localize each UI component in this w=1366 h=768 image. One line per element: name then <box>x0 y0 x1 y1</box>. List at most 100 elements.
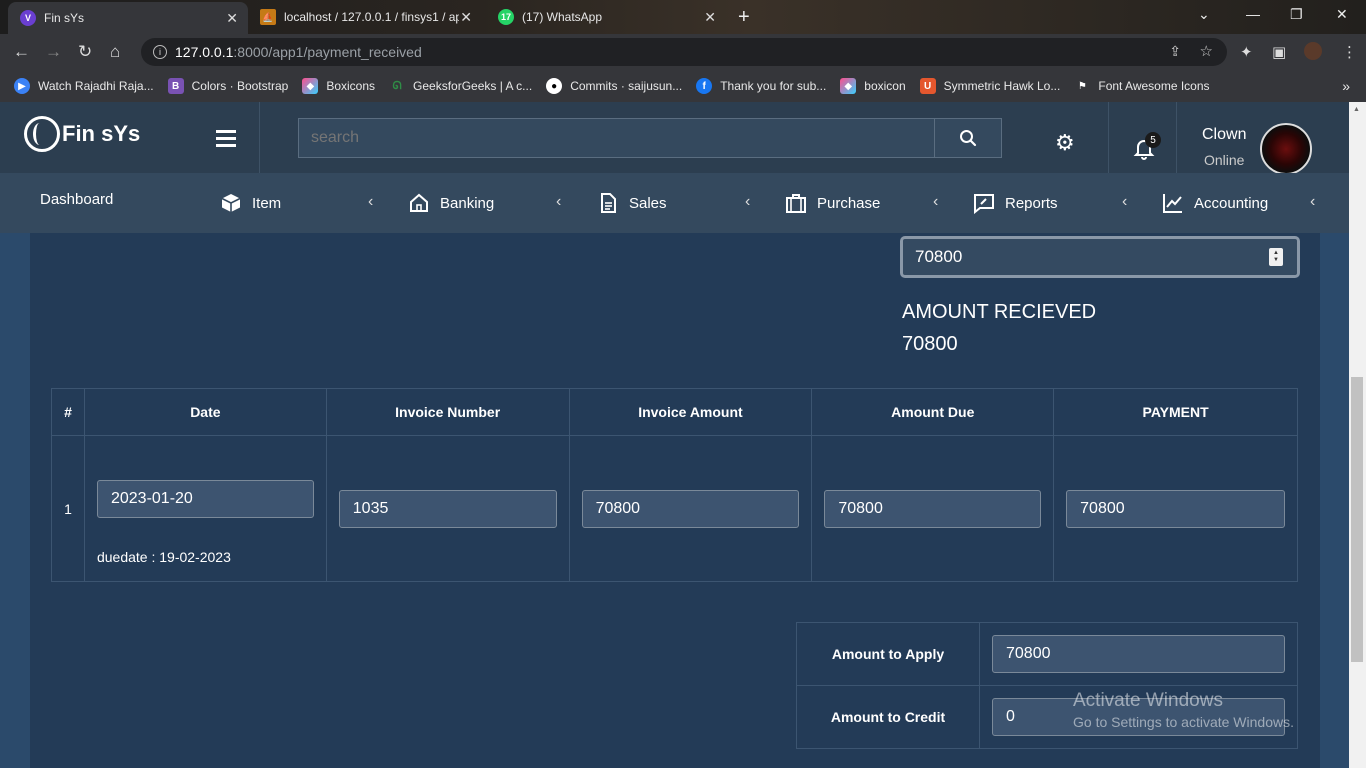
bootstrap-icon: B <box>167 78 184 94</box>
nav-label: Banking <box>440 194 495 212</box>
apply-row: Amount to Apply 70800 <box>796 622 1298 686</box>
tab-title: (17) WhatsApp <box>522 10 603 24</box>
brand-logo[interactable]: Fin sYs <box>24 116 140 152</box>
page-scrollbar[interactable]: ▲ <box>1349 102 1366 768</box>
bookmark-item[interactable]: ◆ Boxicons <box>302 78 375 94</box>
due-date-text: duedate : 19-02-2023 <box>96 549 231 565</box>
chevron-left-icon[interactable]: ‹ <box>556 193 561 211</box>
nav-label: Purchase <box>817 194 881 212</box>
chevron-left-icon[interactable]: ‹ <box>368 193 373 211</box>
col-header-amount-due: Amount Due <box>811 388 1055 436</box>
amount-received-label: AMOUNT RECIEVED <box>902 301 1097 323</box>
amount-received-value: 70800 <box>902 333 958 355</box>
nav-accounting[interactable]: Accounting <box>1162 173 1268 233</box>
play-icon: ▶ <box>14 78 30 94</box>
bookmark-item[interactable]: ᘏ GeeksforGeeks | A c... <box>389 78 532 94</box>
amount-to-apply-label: Amount to Apply <box>796 622 980 686</box>
amount-received-input[interactable]: 70800 ▲ ▼ <box>900 236 1300 278</box>
search-input[interactable] <box>299 119 934 157</box>
user-name: Clown <box>1202 126 1247 143</box>
forward-icon[interactable]: → <box>45 42 62 62</box>
search-button[interactable] <box>934 119 1001 157</box>
profile-avatar-icon[interactable] <box>1304 42 1322 60</box>
notifications-button[interactable]: 5 <box>1132 132 1161 165</box>
close-tab-icon[interactable]: ✕ <box>704 9 716 26</box>
site-info-icon[interactable]: i <box>153 45 167 59</box>
nav-item[interactable]: Item <box>220 173 281 233</box>
new-tab-icon[interactable]: + <box>738 6 750 29</box>
share-icon[interactable]: ⇪ <box>1169 43 1181 60</box>
col-header-index: # <box>51 388 85 436</box>
hamburger-menu-icon[interactable] <box>216 130 236 151</box>
bookmark-item[interactable]: ● Commits · saijusun... <box>546 78 682 94</box>
amount-to-credit-label: Amount to Credit <box>796 685 980 749</box>
more-bookmarks-icon[interactable]: » <box>1342 78 1350 94</box>
amount-to-apply-field[interactable]: 70800 <box>992 635 1285 673</box>
table-header-row: # Date Invoice Number Invoice Amount Amo… <box>51 388 1298 436</box>
bookmark-item[interactable]: ◆ boxicon <box>840 78 906 94</box>
tab-search-chevron-icon[interactable]: ⌄ <box>1198 6 1210 23</box>
url-bar[interactable]: i 127.0.0.1:8000/app1/payment_received ⇪… <box>141 38 1227 66</box>
watermark-title: Activate Windows <box>1073 690 1223 711</box>
chevron-left-icon[interactable]: ‹ <box>1122 193 1127 211</box>
bookmark-item[interactable]: B Colors · Bootstrap <box>167 78 288 94</box>
bookmark-item[interactable]: U Symmetric Hawk Lo... <box>919 78 1060 94</box>
bookmark-item[interactable]: ⚑ Font Awesome Icons <box>1074 78 1210 94</box>
nav-sales[interactable]: Sales <box>597 173 667 233</box>
invoice-number-cell: 1035 <box>325 435 570 582</box>
boxicon-icon: ◆ <box>840 78 857 94</box>
number-spinner-icon[interactable]: ▲ ▼ <box>1269 248 1283 266</box>
close-tab-icon[interactable]: ✕ <box>460 9 472 26</box>
close-tab-icon[interactable]: ✕ <box>226 10 238 27</box>
bookmark-label: GeeksforGeeks | A c... <box>413 79 533 93</box>
invoice-number-field[interactable]: 1035 <box>338 489 557 528</box>
chevron-left-icon[interactable]: ‹ <box>933 193 938 211</box>
chevron-left-icon[interactable]: ‹ <box>1310 193 1315 211</box>
watermark-subtitle: Go to Settings to activate Windows. <box>1073 714 1294 730</box>
nav-label: Item <box>252 194 282 212</box>
scrollbar-thumb[interactable] <box>1351 377 1363 662</box>
scroll-up-arrow-icon[interactable]: ▲ <box>1353 106 1360 113</box>
side-panel-icon[interactable]: ▣ <box>1272 43 1286 61</box>
finsys-tab-icon: V <box>20 10 36 26</box>
col-header-invoice-amount: Invoice Amount <box>568 388 813 436</box>
row-index: 1 <box>51 435 85 582</box>
reload-icon[interactable]: ↻ <box>78 42 92 62</box>
nav-banking[interactable]: Banking <box>408 173 494 233</box>
bookmark-item[interactable]: f Thank you for sub... <box>696 78 826 94</box>
back-icon[interactable]: ← <box>13 42 30 62</box>
avatar[interactable] <box>1260 123 1312 175</box>
amount-due-field[interactable]: 70800 <box>824 489 1042 528</box>
briefcase-icon <box>785 192 807 214</box>
nav-purchase[interactable]: Purchase <box>785 173 880 233</box>
payment-cell: 70800 <box>1053 435 1298 582</box>
bookmark-item[interactable]: ▶ Watch Rajadhi Raja... <box>14 78 154 94</box>
date-cell: 2023-01-20 duedate : 19-02-2023 <box>83 435 327 582</box>
logo-icon <box>24 116 60 152</box>
nav-dashboard[interactable]: Dashboard <box>40 169 113 229</box>
tab-phpmyadmin[interactable]: ⛵ localhost / 127.0.0.1 / finsys1 / ap ✕ <box>248 0 482 34</box>
restore-icon[interactable]: ❐ <box>1290 6 1303 23</box>
bookmark-label: Thank you for sub... <box>720 79 827 93</box>
divider <box>259 102 260 173</box>
settings-gear-icon[interactable]: ⚙ <box>1055 130 1075 156</box>
minimize-icon[interactable]: — <box>1246 6 1260 22</box>
date-value: 2023-01-20 <box>110 489 193 507</box>
invoice-table: # Date Invoice Number Invoice Amount Amo… <box>51 388 1298 582</box>
tab-whatsapp[interactable]: 17 (17) WhatsApp ✕ <box>486 0 726 34</box>
col-header-date: Date <box>83 388 327 436</box>
payment-field[interactable]: 70800 <box>1066 489 1285 528</box>
user-info[interactable]: Clown Online <box>1202 126 1246 168</box>
invoice-number-value: 1035 <box>352 499 389 517</box>
url-path: :8000/app1/payment_received <box>233 44 422 60</box>
date-field[interactable]: 2023-01-20 <box>96 479 314 518</box>
home-icon[interactable]: ⌂ <box>110 42 120 62</box>
bookmark-star-icon[interactable]: ☆ <box>1200 42 1213 60</box>
tab-finsys[interactable]: V Fin sYs ✕ <box>8 2 248 34</box>
menu-kebab-icon[interactable]: ⋮ <box>1342 43 1357 61</box>
chevron-left-icon[interactable]: ‹ <box>745 193 750 211</box>
extensions-icon[interactable]: ✦ <box>1240 43 1253 61</box>
invoice-amount-field[interactable]: 70800 <box>581 489 800 528</box>
close-window-icon[interactable]: ✕ <box>1336 6 1348 23</box>
nav-reports[interactable]: Reports <box>973 173 1058 233</box>
